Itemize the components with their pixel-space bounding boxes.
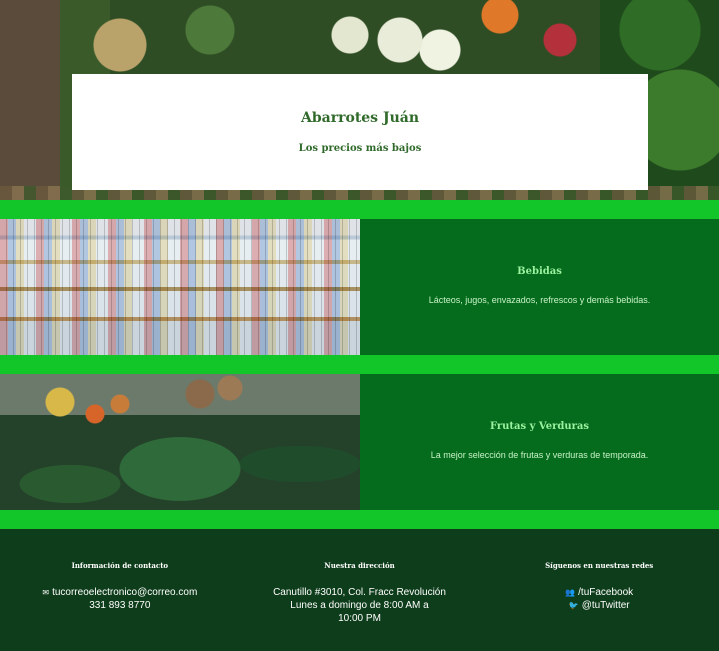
contact-phone: 331 893 8770	[89, 600, 151, 611]
footer-contact: Información de contacto ✉ tucorreoelectro…	[0, 529, 240, 651]
facebook-text: /tuFacebook	[578, 587, 634, 598]
section-description: Lácteos, jugos, envazados, refrescos y d…	[428, 294, 651, 305]
footer-address: Nuestra dirección Canutillo #3010, Col. …	[240, 529, 480, 651]
contact-email[interactable]: ✉ tucorreoelectronico@correo.com	[0, 586, 240, 599]
accent-bar	[0, 200, 719, 219]
envelope-icon: ✉	[42, 588, 50, 597]
email-text: tucorreoelectronico@correo.com	[52, 587, 198, 598]
section-frutas-verduras: Frutas y Verduras La mejor selección de …	[0, 374, 719, 510]
facebook-link[interactable]: 👥/tuFacebook	[479, 586, 719, 599]
social-heading: Síguenos en nuestras redes	[545, 561, 654, 570]
section-title: Bebidas	[517, 265, 562, 277]
hero-banner: Abarrotes Juán Los precios más bajos	[0, 0, 719, 200]
accent-bar	[0, 510, 719, 529]
section-bebidas-text: Bebidas Lácteos, jugos, envazados, refre…	[360, 219, 719, 355]
hero-card: Abarrotes Juán Los precios más bajos	[72, 74, 648, 190]
contact-heading: Información de contacto	[71, 561, 169, 570]
bird-icon: 🐦	[568, 601, 579, 610]
footer: Información de contacto ✉ tucorreoelectro…	[0, 529, 719, 651]
twitter-link[interactable]: 🐦 @tuTwitter	[479, 599, 719, 612]
address-street: Canutillo #3010, Col. Fracc Revolución	[273, 587, 446, 598]
section-title: Frutas y Verduras	[489, 420, 590, 432]
section-description: La mejor selección de frutas y verduras …	[430, 449, 649, 460]
footer-social: Síguenos en nuestras redes 👥/tuFacebook …	[479, 529, 719, 651]
vegetables-image	[0, 374, 360, 510]
drinks-shelf-image	[0, 219, 360, 355]
address-heading: Nuestra dirección	[324, 561, 395, 570]
accent-bar	[0, 355, 719, 374]
store-title: Abarrotes Juán	[301, 110, 419, 126]
twitter-text: @tuTwitter	[581, 600, 630, 611]
store-tagline: Los precios más bajos	[298, 143, 422, 154]
people-icon: 👥	[565, 588, 576, 597]
section-frutas-text: Frutas y Verduras La mejor selección de …	[360, 374, 719, 510]
section-bebidas: Bebidas Lácteos, jugos, envazados, refre…	[0, 219, 719, 355]
address-hours: Lunes a domingo de 8:00 AM a 10:00 PM	[290, 600, 429, 624]
